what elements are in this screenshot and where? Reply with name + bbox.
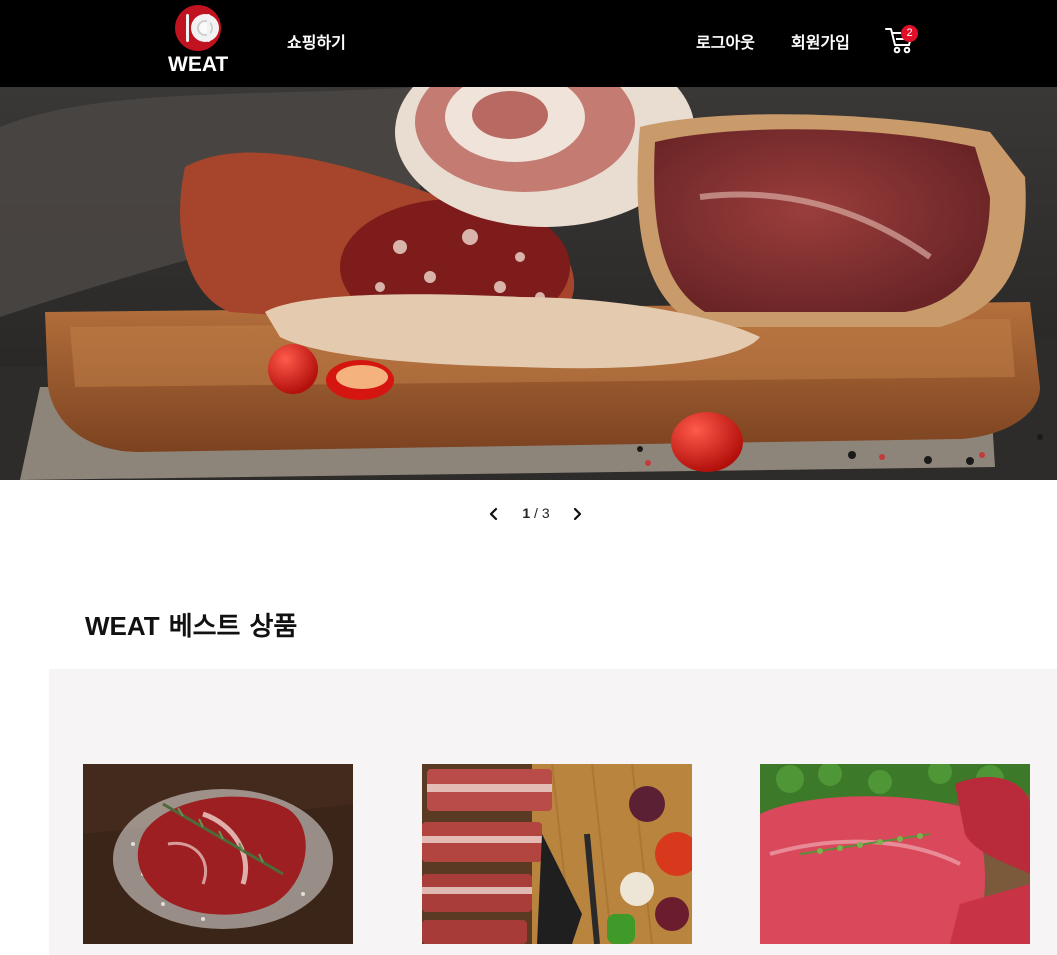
product-card[interactable] <box>422 764 692 944</box>
nav-logout-link[interactable]: 로그아웃 <box>696 29 755 53</box>
cart-count-badge: 2 <box>901 25 918 42</box>
logo-text: WEAT <box>168 53 229 76</box>
nav-shop-link[interactable]: 쇼핑하기 <box>287 29 346 53</box>
beef-roast-image <box>760 764 1030 944</box>
total-slides: 3 <box>541 505 550 521</box>
cart-button[interactable]: 2 <box>884 22 920 56</box>
best-products-title: WEAT 베스트 상품 <box>85 606 297 643</box>
slide-prev-button[interactable] <box>484 504 504 524</box>
current-slide: 1 <box>522 505 531 521</box>
chevron-right-icon <box>573 507 582 521</box>
product-card[interactable] <box>760 764 1030 944</box>
slide-separator: / <box>534 505 538 521</box>
hero-image <box>0 87 1057 480</box>
chevron-left-icon <box>489 507 498 521</box>
slide-counter: 1 / 3 <box>516 505 556 521</box>
ribeye-steak-image <box>83 764 353 944</box>
nav-signup-link[interactable]: 회원가입 <box>791 29 850 53</box>
product-card[interactable] <box>83 764 353 944</box>
plate-logo-icon <box>175 5 221 51</box>
slide-next-button[interactable] <box>567 504 587 524</box>
short-ribs-image <box>422 764 692 944</box>
weat-logo[interactable]: WEAT <box>168 5 228 77</box>
best-products-title-brand: WEAT <box>85 611 160 641</box>
best-products-title-label: 베스트 상품 <box>168 612 298 642</box>
hero-banner[interactable] <box>0 87 1057 480</box>
site-header: WEAT 쇼핑하기 로그아웃 회원가입 2 <box>0 0 1057 87</box>
slider-controls: 1 / 3 <box>480 502 590 526</box>
